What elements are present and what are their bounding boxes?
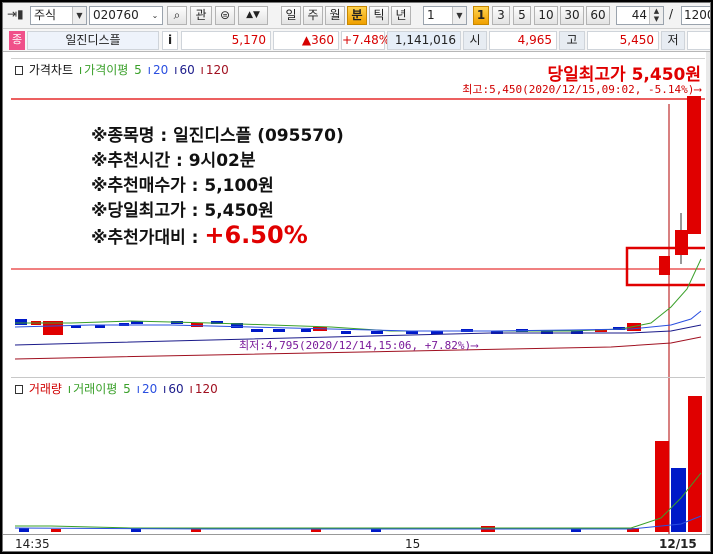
minute-30-button[interactable]: 30	[560, 6, 584, 25]
annotation-line-2: ※추천시간 : 9시02분	[91, 151, 256, 171]
x-axis: 14:35 15 12/15	[3, 534, 710, 551]
count-stepper-value: 44	[631, 8, 647, 22]
link-icon[interactable]: ⇥▮	[7, 6, 27, 25]
volume-value: 1,141,016	[387, 31, 461, 50]
code-input[interactable]: 020760 ⌄	[89, 6, 163, 25]
count-stepper[interactable]: 44 ▲ ▼	[616, 6, 664, 25]
search-icon: ⌕	[173, 8, 181, 22]
period-day-label: 일	[285, 8, 297, 22]
chevron-down-icon: ▼	[452, 7, 466, 24]
minute-30-label: 30	[564, 8, 580, 22]
open-value: 4,965	[489, 31, 557, 50]
chevron-down-icon: ⌄	[148, 7, 162, 24]
volume-bars	[19, 396, 702, 532]
minute-10-label: 10	[538, 8, 554, 22]
period-minute-button[interactable]: 분	[347, 6, 367, 25]
stock-name[interactable]: 일진디스플	[27, 31, 159, 50]
price-change: ▲360	[273, 31, 339, 50]
vol-ma5-line	[15, 472, 702, 529]
minute-3-label: 3	[497, 8, 505, 22]
interval-select-value: 1	[427, 8, 435, 22]
annotation-gain-label: ※추천가대비 :	[91, 228, 205, 248]
code-input-value: 020760	[93, 8, 139, 22]
chevron-down-icon: ▼	[72, 7, 86, 24]
candle-small	[659, 256, 670, 275]
vol-ma20-line	[14, 515, 702, 530]
quote-bar: 종 일진디스플 i 5,170 ▲360 +7.48% 1,141,016 시 …	[3, 29, 710, 52]
minute-60-label: 60	[590, 8, 606, 22]
current-price: 5,170	[181, 31, 271, 50]
candle-mid	[675, 230, 688, 255]
toolbar: ⇥▮ 주식 ▼ 020760 ⌄ ⌕ 관 ⊜ ▲▼ 일 주 월 분 틱 년 1 …	[3, 3, 710, 29]
high-label: 고	[559, 31, 585, 50]
annotation-gain-value: +6.50%	[204, 221, 308, 249]
minute-10-button[interactable]: 10	[534, 6, 558, 25]
price-chart-pane[interactable]: 가격차트 ı 가격이평 5 ı 20 ı 60 ı 120 당일최고가 5,450원 최…	[11, 58, 705, 377]
annotation-line-3: ※추천매수가 : 5,100원	[91, 176, 274, 196]
minute-5-button[interactable]: 5	[513, 6, 531, 25]
period-month-button[interactable]: 월	[325, 6, 345, 25]
period-week-label: 주	[307, 8, 319, 22]
candle-big	[687, 96, 701, 234]
minute-5-label: 5	[518, 8, 526, 22]
interval-select[interactable]: 1 ▼	[423, 6, 467, 25]
market-badge: 종	[9, 31, 25, 50]
annotation-gain: ※추천가대비 : +6.50%	[91, 221, 308, 249]
minute-3-button[interactable]: 3	[492, 6, 510, 25]
low-marker-label: 최저:4,795(2020/12/14,15:06, +7.82%)⟶	[239, 339, 478, 352]
stepper-button[interactable]: ▲▼	[238, 6, 268, 25]
minute-60-button[interactable]: 60	[586, 6, 610, 25]
total-count-field[interactable]: 1200	[681, 6, 710, 25]
period-week-button[interactable]: 주	[303, 6, 323, 25]
chart-window: ⇥▮ 주식 ▼ 020760 ⌄ ⌕ 관 ⊜ ▲▼ 일 주 월 분 틱 년 1 …	[2, 2, 711, 552]
change-rate: +7.48%	[341, 31, 390, 50]
market-select[interactable]: 주식 ▼	[30, 6, 87, 25]
high-value: 5,450	[587, 31, 659, 50]
favorite-button[interactable]: 관	[190, 6, 212, 25]
period-tick-label: 틱	[373, 8, 385, 22]
open-label: 시	[463, 31, 487, 50]
sync-button[interactable]: ⊜	[215, 6, 235, 25]
volume-chart-svg	[14, 378, 702, 534]
period-minute-label: 분	[351, 8, 363, 22]
low-label: 저	[661, 31, 685, 50]
period-day-button[interactable]: 일	[281, 6, 301, 25]
x-label-1435: 14:35	[15, 537, 50, 551]
period-year-button[interactable]: 년	[391, 6, 411, 25]
stepper-arrows-icon: ▲ ▼	[649, 7, 663, 24]
info-button[interactable]: i	[162, 31, 178, 50]
favorite-button-label: 관	[195, 8, 207, 22]
sync-icon: ⊜	[219, 8, 231, 22]
minute-1-button[interactable]: 1	[473, 6, 489, 25]
period-month-label: 월	[329, 8, 341, 22]
search-button[interactable]: ⌕	[167, 6, 187, 25]
right-scroll-edge	[706, 52, 710, 534]
annotation-line-1: ※종목명 : 일진디스플 (095570)	[91, 126, 344, 146]
x-label-15: 15	[405, 537, 421, 551]
minute-1-label: 1	[476, 8, 486, 22]
x-label-1215: 12/15	[659, 537, 697, 551]
market-select-value: 주식	[34, 8, 57, 22]
period-year-label: 년	[395, 8, 407, 22]
slash-separator: /	[669, 7, 674, 21]
low-value	[687, 31, 710, 50]
annotation-line-4: ※당일최고가 : 5,450원	[91, 201, 274, 221]
period-tick-button[interactable]: 틱	[369, 6, 389, 25]
volume-chart-pane[interactable]: 거래량 ı 거래이평 5 ı 20 ı 60 ı 120	[11, 377, 705, 534]
ma5-line	[15, 258, 702, 332]
total-count-value: 1200	[684, 8, 710, 22]
up-down-icon: ▲▼	[246, 10, 260, 20]
